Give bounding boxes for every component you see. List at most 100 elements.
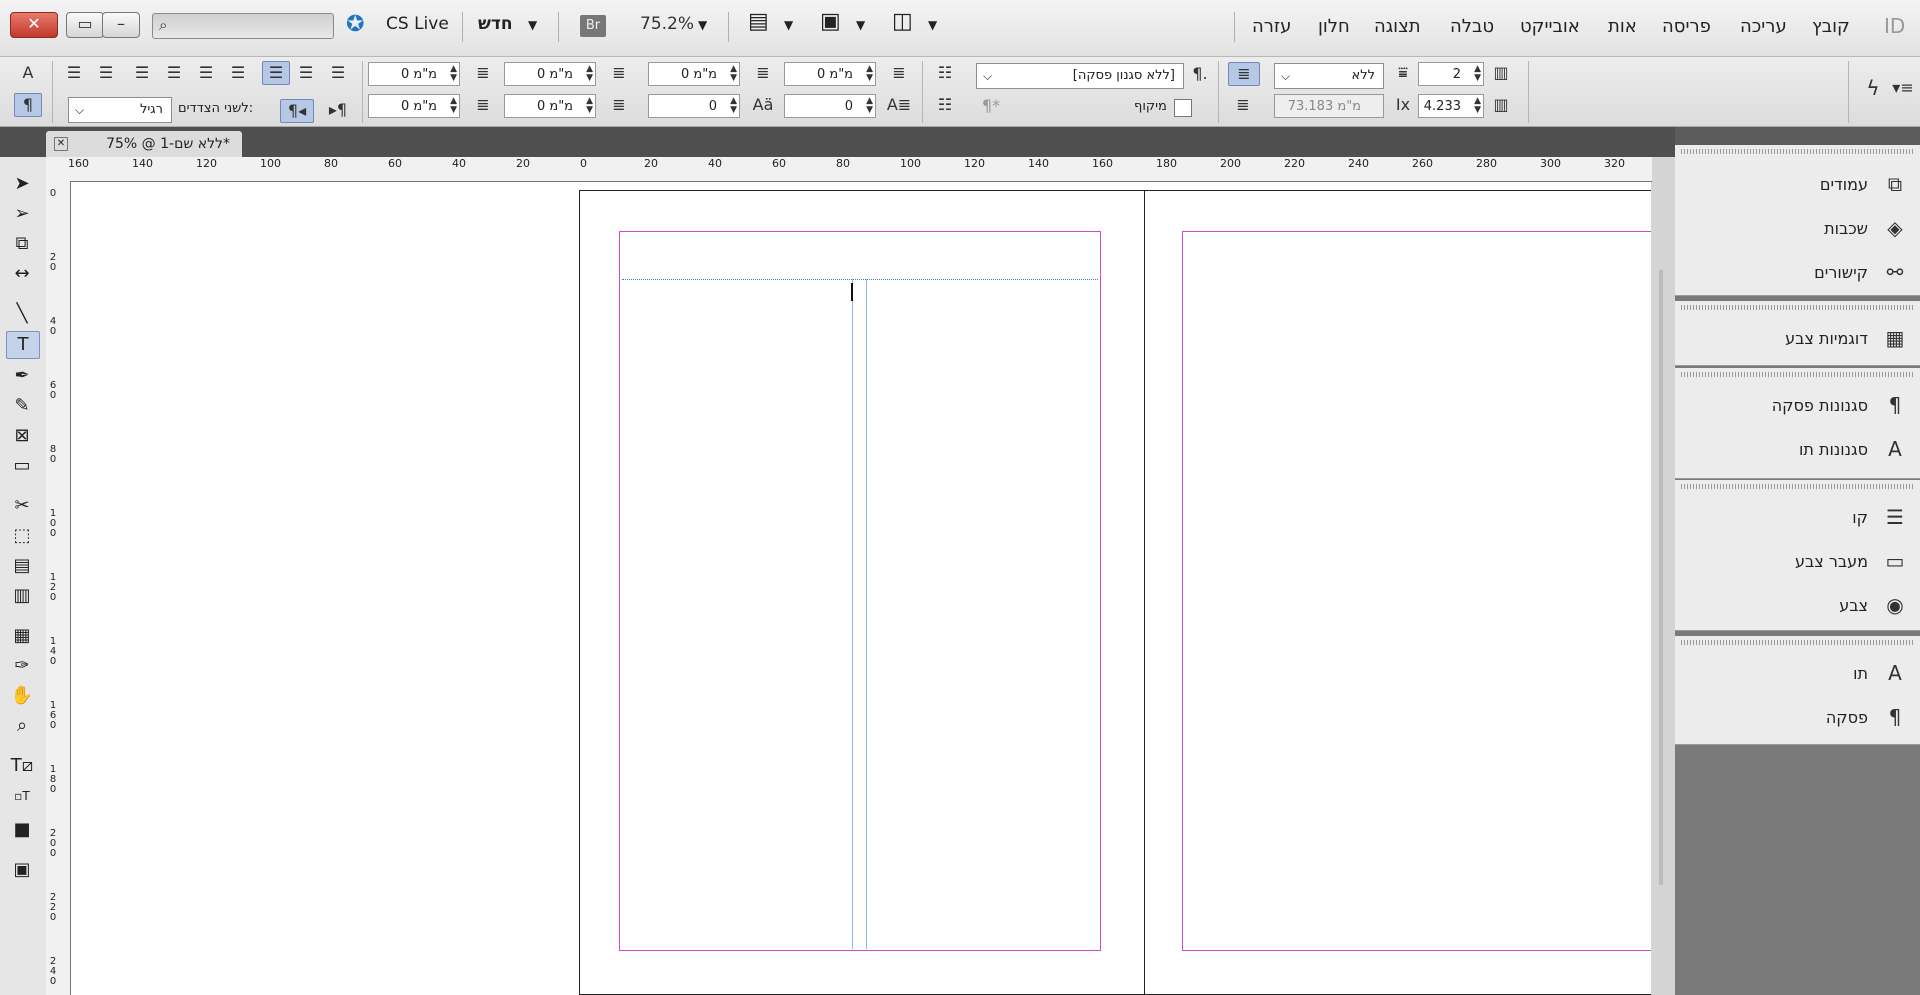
ltr-direction-icon[interactable]: ¶◂ [280, 99, 314, 123]
panel-grip[interactable] [1681, 149, 1914, 154]
selection-tool-icon[interactable]: ➤ [6, 171, 38, 197]
normal-view-icon[interactable]: ■ [6, 817, 38, 843]
panel-grip[interactable] [1681, 484, 1914, 489]
menu-help[interactable]: עזרה [1252, 16, 1291, 37]
space-after-field[interactable]: 0 מ"מ ▲ ▼ [784, 62, 876, 86]
close-tab-icon[interactable]: ✕ [54, 137, 68, 151]
maximize-window-button[interactable]: ▭ [66, 12, 104, 38]
screen-mode-icon[interactable]: ▣ [6, 857, 38, 883]
align-center-icon[interactable]: ☰ [94, 62, 118, 84]
page-tool-icon[interactable]: ⧉ [6, 231, 38, 257]
first-line-indent-field[interactable]: 0 מ"מ ▲ ▼ [368, 94, 460, 118]
space-before-field[interactable]: 0 מ"מ ▲ ▼ [648, 62, 740, 86]
arrange-documents-icon[interactable]: ◫ [892, 9, 913, 34]
horizontal-ruler[interactable]: 160 140 120 100 80 60 40 20 0 20 40 60 80 100 120 140 16… [46, 157, 1652, 182]
panel-menu-icon[interactable]: ▾≡ [1890, 77, 1916, 99]
split-columns-icon[interactable]: ▥ [1488, 94, 1514, 116]
shading-dropdown[interactable]: ⌵ ללא [1274, 63, 1384, 89]
scissors-tool-icon[interactable]: ✂ [6, 493, 38, 519]
panel-item-links[interactable]: ⚯ קישורים [1675, 255, 1920, 291]
drop-cap-lines-field[interactable]: 0 ▲ ▼ [648, 94, 740, 118]
justify-center-icon[interactable]: ☰ [194, 62, 218, 84]
page-left[interactable] [579, 190, 1146, 995]
bulleted-list-icon[interactable]: ☷ [932, 62, 958, 84]
type-tool-icon[interactable]: T [6, 331, 40, 359]
menu-type[interactable]: אות [1608, 16, 1637, 37]
vertical-ruler[interactable]: 0 20 40 60 80 100 120 140 160 180 200 220 240 [46, 181, 71, 995]
gap-tool-icon[interactable]: ↔ [6, 261, 38, 287]
chevron-down-icon[interactable]: ▼ [784, 18, 793, 32]
span-columns-icon[interactable]: ▥ [1488, 62, 1514, 84]
menu-window[interactable]: חלון [1318, 16, 1350, 37]
gradient-feather-tool-icon[interactable]: ▥ [6, 583, 38, 609]
gradient-swatch-tool-icon[interactable]: ▤ [6, 553, 38, 579]
quick-apply-icon[interactable]: ϟ [1860, 77, 1886, 99]
chevron-down-icon[interactable]: ▼ [528, 18, 537, 32]
panel-grip[interactable] [1681, 640, 1914, 645]
panel-item-pages[interactable]: ⧉ עמודים [1675, 167, 1920, 203]
view-options-icon[interactable]: ▤ [748, 9, 769, 34]
cs-live-icon[interactable]: ✪ [346, 12, 364, 37]
panel-dock-header[interactable] [1675, 127, 1920, 145]
note-tool-icon[interactable]: ▦ [6, 623, 38, 649]
formatting-affects-icon[interactable]: ▫T [6, 783, 38, 809]
screen-mode-icon[interactable]: ▣ [820, 9, 841, 34]
panel-item-color[interactable]: ◉ צבע [1675, 588, 1920, 624]
left-indent-field[interactable]: 0 מ"מ ▲ ▼ [368, 62, 460, 86]
column-width-field[interactable]: 73.183 מ"מ [1274, 94, 1384, 118]
zoom-level[interactable]: 75.2% [640, 14, 694, 34]
document-tab[interactable]: ✕ ללא שם-1 @ 75%* [46, 131, 242, 157]
panel-item-layers[interactable]: ◈ שכבות [1675, 211, 1920, 247]
align-left-icon[interactable]: ☰ [62, 62, 86, 84]
gutter-field[interactable]: 4.233 ▲ ▼ [1418, 94, 1484, 118]
justify-right-icon[interactable]: ☰ [226, 62, 250, 84]
cs-live-label[interactable]: CS Live [386, 14, 449, 34]
menu-view[interactable]: תצוגה [1374, 16, 1421, 37]
page-right[interactable] [1144, 190, 1651, 995]
normal-dropdown[interactable]: ⌵ רגיל [68, 97, 172, 123]
clear-overrides-icon[interactable]: ¶* [978, 95, 1004, 117]
close-window-button[interactable]: ✕ [10, 12, 58, 38]
vertical-scrollbar[interactable] [1659, 270, 1663, 885]
paragraph-mode-icon[interactable]: ¶ [14, 93, 42, 117]
pen-tool-icon[interactable]: ✒ [6, 363, 38, 389]
numbered-list-icon[interactable]: ☷ [932, 94, 958, 116]
columns-field[interactable]: 2 ▲ ▼ [1418, 62, 1484, 86]
line-tool-icon[interactable]: ╲ [6, 301, 38, 327]
align-away-spine-icon[interactable]: ☰ [326, 62, 350, 84]
align-towards-spine-icon[interactable]: ☰ [294, 62, 318, 84]
menu-file[interactable]: קובץ [1812, 16, 1850, 37]
eyedropper-tool-icon[interactable]: ✑ [6, 653, 38, 679]
menu-layout[interactable]: פריסה [1662, 16, 1711, 37]
fill-stroke-icon[interactable]: T⧄ [6, 753, 38, 779]
document-canvas[interactable] [71, 182, 1651, 995]
panel-item-character[interactable]: A תו [1675, 656, 1920, 692]
panel-grip[interactable] [1681, 305, 1914, 310]
align-right-icon[interactable]: ☰ [130, 62, 154, 84]
pencil-tool-icon[interactable]: ✎ [6, 393, 38, 419]
hyphenate-checkbox[interactable] [1174, 99, 1192, 117]
justify-left-icon[interactable]: ☰ [162, 62, 186, 84]
rectangle-tool-icon[interactable]: ▭ [6, 453, 38, 479]
chevron-down-icon[interactable]: ▼ [856, 18, 865, 32]
menu-table[interactable]: טבלה [1450, 16, 1494, 37]
drop-cap-chars-field[interactable]: 0 ▲ ▼ [784, 94, 876, 118]
hand-tool-icon[interactable]: ✋ [6, 683, 38, 709]
right-indent-field[interactable]: 0 מ"מ ▲ ▼ [504, 62, 596, 86]
panel-item-stroke[interactable]: ☰ קו [1675, 500, 1920, 536]
free-transform-tool-icon[interactable]: ⬚ [6, 523, 38, 549]
panel-item-character-styles[interactable]: A סגנונות תו [1675, 432, 1920, 468]
menu-edit[interactable]: עריכה [1740, 16, 1787, 37]
minimize-window-button[interactable]: – [102, 12, 140, 38]
search-input[interactable]: ⌕ [152, 13, 334, 39]
rtl-direction-icon[interactable]: ▸¶ [322, 99, 354, 121]
chevron-down-icon[interactable]: ▼ [928, 18, 937, 32]
rectangle-frame-tool-icon[interactable]: ⊠ [6, 423, 38, 449]
panel-item-paragraph[interactable]: ¶ פסקה [1675, 700, 1920, 736]
chevron-down-icon[interactable]: ▼ [698, 18, 707, 32]
paragraph-style-menu-icon[interactable]: ¶. [1188, 63, 1212, 85]
panel-grip[interactable] [1681, 372, 1914, 377]
menu-object[interactable]: אובייקט [1520, 16, 1580, 37]
paragraph-style-dropdown[interactable]: ⌵ [ללא סגנון פסקה] [976, 63, 1184, 89]
direct-selection-tool-icon[interactable]: ➢ [6, 201, 38, 227]
